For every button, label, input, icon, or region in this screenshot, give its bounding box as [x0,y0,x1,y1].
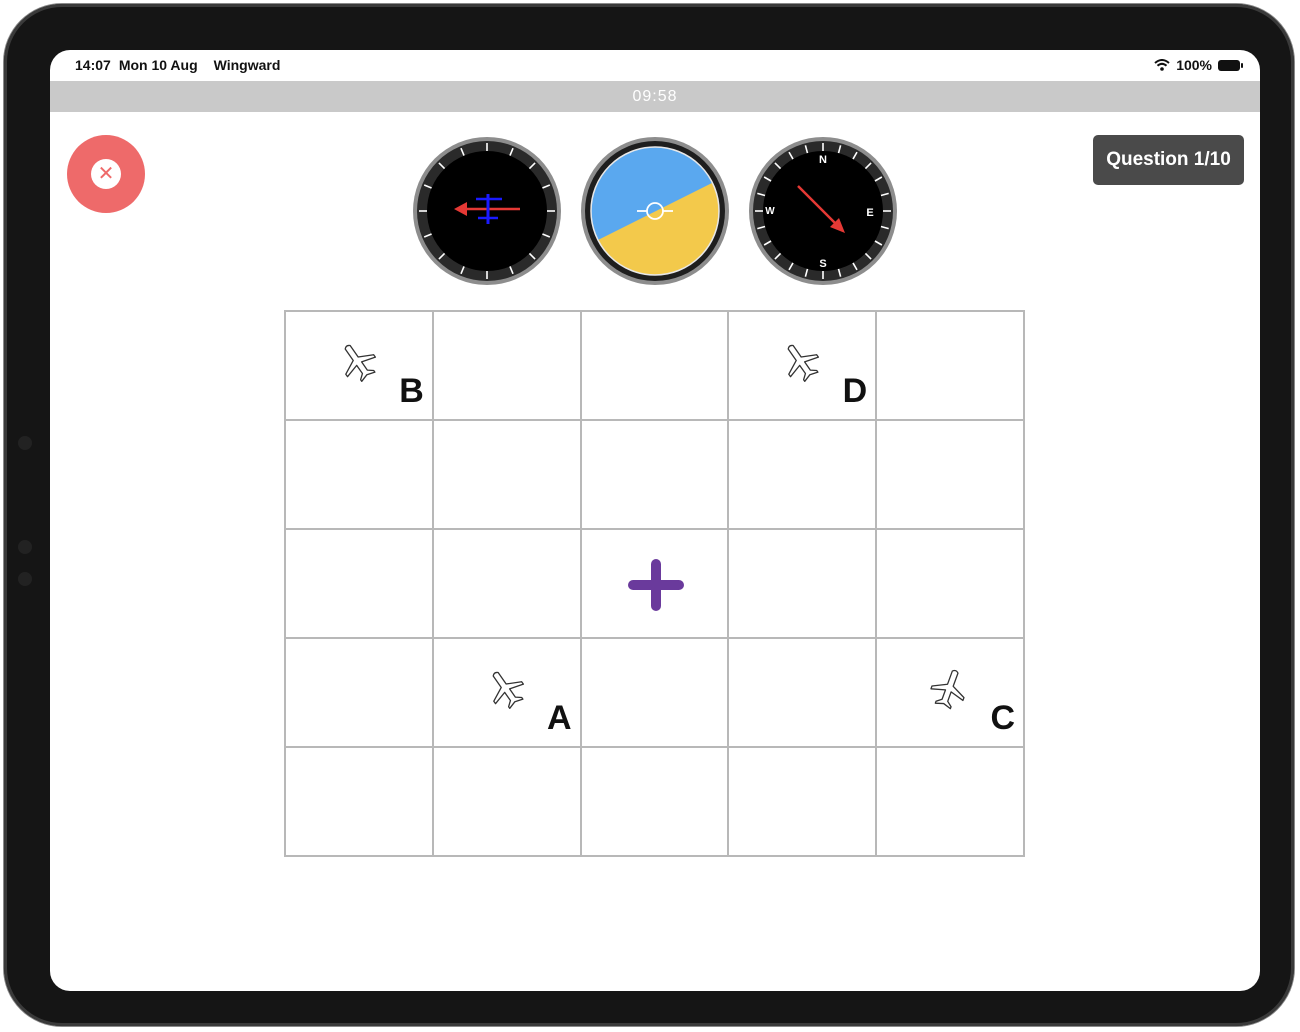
grid-cell[interactable] [875,528,1025,639]
close-icon: ✕ [91,159,121,189]
grid-cell[interactable] [875,419,1025,530]
screen: 14:07 Mon 10 Aug Wingward 100% 09:58 ✕ Q… [50,50,1260,991]
grid-row: AC [284,637,1025,748]
grid-cell-option-d[interactable]: D [727,310,878,421]
heading-east-label: E [866,207,873,219]
side-button [18,572,32,586]
grid-cell[interactable] [579,746,730,857]
grid-cell[interactable] [284,637,434,748]
status-app-name: Wingward [213,57,281,73]
status-date: Mon 10 Aug [118,57,198,73]
close-button[interactable]: ✕ [67,135,145,213]
status-time: 14:07 [75,57,111,73]
countdown-timer: 09:58 [50,81,1260,112]
grid-cell[interactable] [727,746,878,857]
side-button [18,540,32,554]
heading-north-label: N [819,154,827,166]
grid-cell[interactable] [284,419,434,530]
grid-cell[interactable] [284,746,434,857]
tablet-frame: 14:07 Mon 10 Aug Wingward 100% 09:58 ✕ Q… [4,4,1294,1026]
grid-cell[interactable] [727,528,878,639]
grid-cell-option-a[interactable]: A [431,637,582,748]
grid-cell[interactable] [431,746,582,857]
grid-cell[interactable] [727,419,878,530]
attitude-indicator-icon [581,137,729,285]
airplane-icon [919,658,980,719]
plus-icon [626,557,686,613]
option-letter: A [547,699,572,737]
airplane-icon [336,340,380,384]
answer-grid: BDAC [284,310,1025,857]
grid-row: BD [284,310,1025,421]
grid-cell-option-b[interactable]: B [284,310,434,421]
grid-cell[interactable] [727,637,878,748]
option-letter: C [990,699,1015,737]
grid-row [284,419,1025,530]
grid-row [284,746,1025,857]
grid-cell-option-c[interactable]: C [875,637,1025,748]
status-bar: 14:07 Mon 10 Aug Wingward 100% [50,50,1260,80]
grid-cell-center[interactable] [579,528,730,639]
airplane-icon [484,667,528,711]
grid-cell[interactable] [431,310,582,421]
heading-indicator-icon: N E S W [749,137,897,285]
grid-row [284,528,1025,639]
question-counter: Question 1/10 [1093,135,1244,185]
wifi-icon [1154,59,1170,71]
turn-coordinator-icon [413,137,561,285]
grid-cell[interactable] [579,637,730,748]
side-button [18,436,32,450]
grid-cell[interactable] [579,419,730,530]
airplane-icon [779,340,823,384]
grid-cell[interactable] [431,528,582,639]
battery-icon [1218,59,1243,71]
grid-cell[interactable] [284,528,434,639]
heading-south-label: S [819,258,826,270]
option-letter: B [399,372,424,410]
battery-percentage: 100% [1176,57,1212,73]
grid-cell[interactable] [875,746,1025,857]
grid-cell[interactable] [431,419,582,530]
grid-cell[interactable] [579,310,730,421]
grid-cell[interactable] [875,310,1025,421]
option-letter: D [842,372,868,410]
heading-west-label: W [765,206,775,217]
